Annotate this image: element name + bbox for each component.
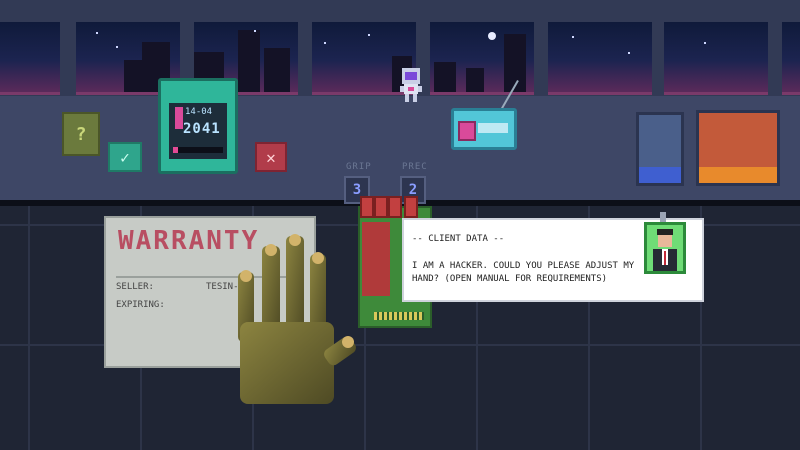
- seller-value: TESIN-: [206, 282, 239, 292]
- bin-stripe: [699, 167, 777, 183]
- client-message: I AM A HACKER. COULD YOU PLEASE ADJUST M…: [412, 261, 635, 284]
- window: [664, 22, 768, 95]
- calendar-screen: 14-04 2041: [169, 103, 227, 159]
- connector: [360, 196, 374, 218]
- connector: [388, 196, 402, 218]
- calendar-device[interactable]: 14-04 2041: [158, 78, 238, 174]
- clip-icon: [660, 212, 666, 222]
- connector: [374, 196, 388, 218]
- day-progress-fill: [173, 147, 178, 153]
- bin-stripe: [639, 167, 681, 183]
- window: [430, 22, 534, 95]
- calendar-indicator: [175, 107, 183, 129]
- board-pins: [374, 312, 424, 320]
- radio-tuner: [478, 123, 508, 133]
- window: [548, 22, 652, 95]
- recycle-bin-orange[interactable]: [696, 110, 780, 186]
- help-label: ?: [75, 123, 87, 145]
- stat-label-prec: PREC: [402, 162, 428, 172]
- recycle-bin-blue[interactable]: [636, 112, 684, 186]
- connector: [404, 196, 418, 218]
- radio[interactable]: [451, 108, 517, 150]
- client-portrait: [644, 222, 686, 274]
- dialog-header: -- CLIENT DATA --: [412, 234, 505, 244]
- expiring-label: EXPIRING:: [116, 300, 165, 310]
- calendar-year: 2041: [183, 121, 221, 137]
- check-icon: ✓: [120, 147, 130, 167]
- astronaut-icon[interactable]: [398, 68, 424, 102]
- reject-button[interactable]: ✕: [255, 142, 287, 172]
- accept-button[interactable]: ✓: [108, 142, 142, 172]
- robot-hand[interactable]: [236, 232, 356, 408]
- client-data-dialog: -- CLIENT DATA -- I AM A HACKER. COULD Y…: [402, 212, 704, 302]
- speaker-icon: [458, 121, 476, 141]
- help-button[interactable]: ?: [62, 112, 100, 156]
- window: [782, 22, 800, 95]
- seller-label: SELLER:: [116, 282, 154, 292]
- close-icon: ✕: [266, 147, 276, 167]
- stat-label-grip: GRIP: [346, 162, 372, 172]
- window: [0, 22, 60, 95]
- board-component: [362, 222, 390, 296]
- moon-icon: [488, 32, 496, 40]
- day-progress-bar: [173, 147, 223, 153]
- calendar-date: 14-04: [185, 107, 213, 117]
